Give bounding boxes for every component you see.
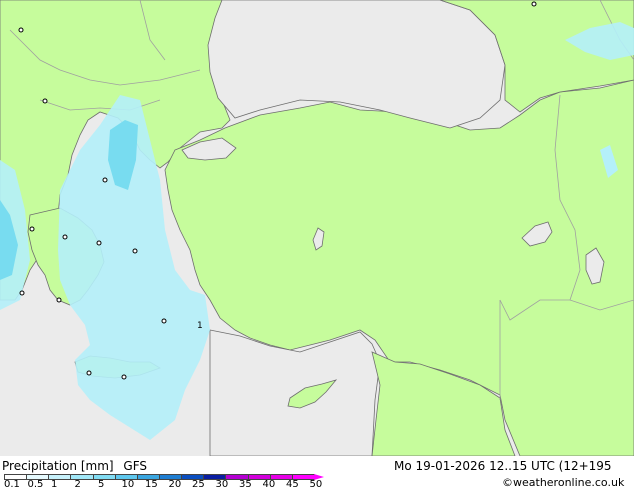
scale-label: 10 bbox=[121, 479, 135, 490]
precip-title-text: Precipitation [mm] bbox=[2, 459, 114, 473]
scale-label: 35 bbox=[239, 479, 252, 490]
scale-label: 50 bbox=[309, 479, 323, 490]
scale-label: 25 bbox=[192, 479, 205, 490]
credit-label: ©weatheronline.co.uk bbox=[502, 476, 625, 489]
scale-label: 0.5 bbox=[27, 479, 44, 490]
scale-label: 20 bbox=[168, 479, 182, 490]
scale-label: 2 bbox=[74, 479, 81, 490]
scale-label: 5 bbox=[98, 479, 105, 490]
scale-label: 45 bbox=[286, 479, 299, 490]
datetime-label: Mo 19-01-2026 12..15 UTC (12+195 bbox=[394, 459, 612, 473]
scale-label: 0.1 bbox=[4, 479, 20, 490]
scale-label: 15 bbox=[145, 479, 158, 490]
precip-title: Precipitation [mm] GFS bbox=[2, 459, 147, 473]
scale-label: 1 bbox=[51, 479, 58, 490]
model-name: GFS bbox=[123, 459, 147, 473]
map-point-label: 1 bbox=[197, 321, 203, 331]
scale-label: 40 bbox=[262, 479, 276, 490]
scale-label: 30 bbox=[215, 479, 229, 490]
footer: Precipitation [mm] GFS Mo 19-01-2026 12.… bbox=[0, 456, 634, 490]
precipitation-map: 1 bbox=[0, 0, 634, 456]
precip-scale-labels: 0.1 0.5 1 2 5 10 15 20 25 30 35 40 45 50 bbox=[0, 479, 340, 491]
